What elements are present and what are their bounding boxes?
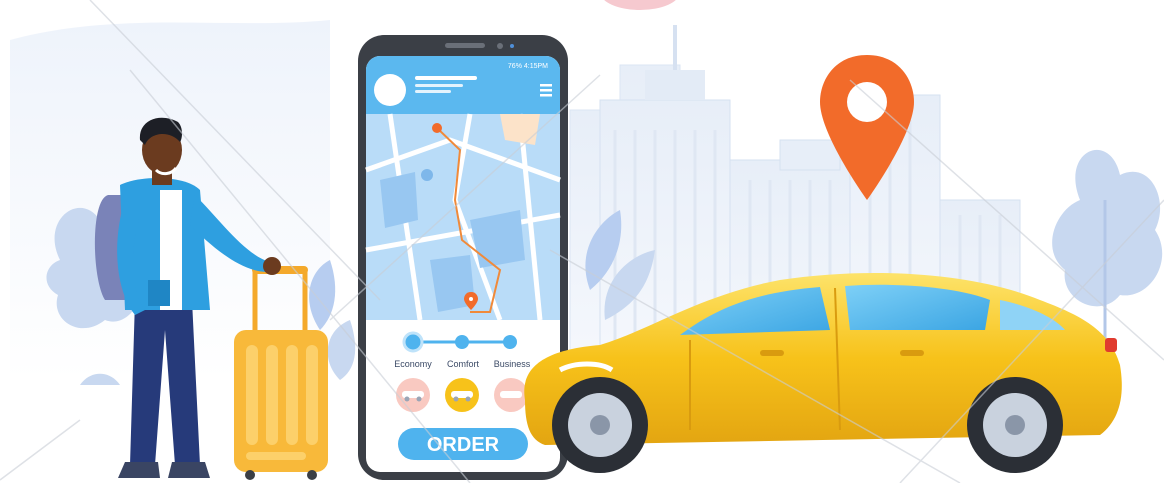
top-pink-blob [604, 0, 676, 10]
rear-wheel [967, 377, 1063, 473]
status-bar: 76% 4:15PM [508, 63, 548, 70]
car-icon [500, 391, 522, 398]
taxi-app-illustration: Economy Comfort Business ORDER 76% 4:15P… [0, 0, 1164, 483]
avatar [374, 74, 406, 106]
tier-label-economy: Economy [394, 359, 432, 369]
map-view [365, 113, 561, 321]
tier-option-economy [396, 378, 430, 412]
tier-label-comfort: Comfort [447, 359, 480, 369]
hamburger-menu-icon [540, 84, 552, 97]
tier-option-comfort [445, 378, 479, 412]
tier-label-business: Business [494, 359, 531, 369]
front-wheel [552, 377, 648, 473]
tier-option-business [494, 378, 528, 412]
illustration-canvas: Economy Comfort Business ORDER 76% 4:15P… [0, 0, 1164, 483]
